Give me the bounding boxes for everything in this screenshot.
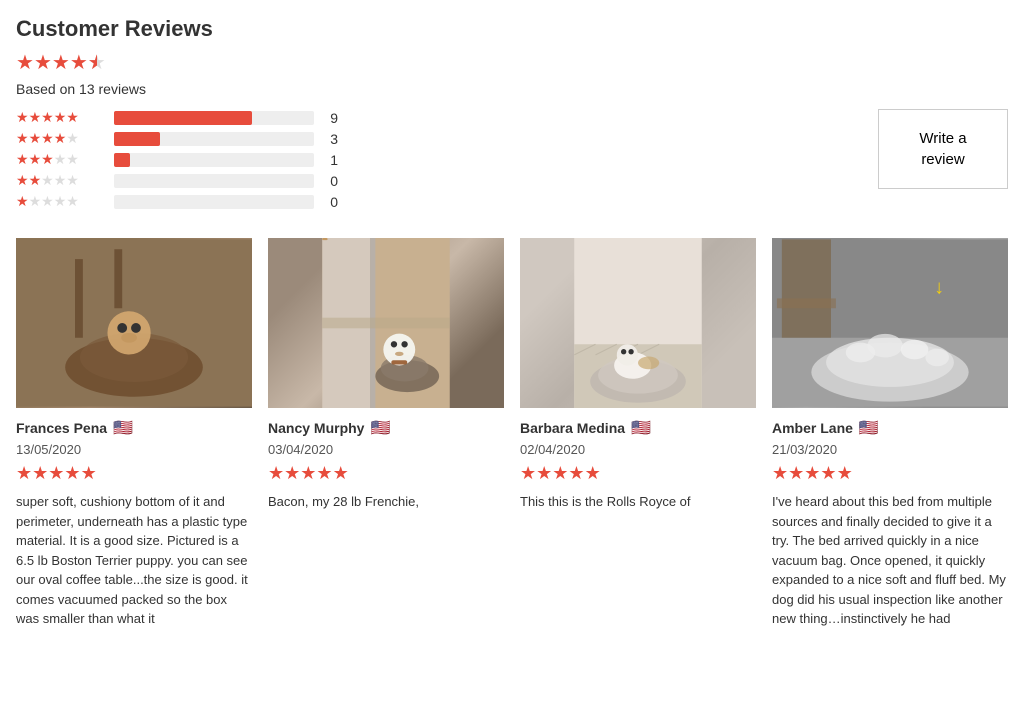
row-stars-3: ★ ★ ★ ★ ★ (16, 151, 106, 168)
reviewer-name-0: Frances Pena 🇺🇸 (16, 418, 252, 438)
write-review-button[interactable]: Write a review (878, 109, 1008, 189)
review-image-3: ↓ (772, 238, 1008, 408)
review-card-0: Frances Pena 🇺🇸 13/05/2020 ★ ★ ★ ★ ★ sup… (16, 238, 252, 629)
reviews-grid: Frances Pena 🇺🇸 13/05/2020 ★ ★ ★ ★ ★ sup… (16, 238, 1008, 629)
star-4: ★ (70, 50, 88, 75)
review-date-1: 03/04/2020 (268, 442, 504, 457)
reviewer-flag-1: 🇺🇸 (370, 418, 390, 438)
rating-summary: ★ ★ ★ ★ ★ 9 ★ ★ ★ ★ ★ 3 (16, 109, 1008, 214)
rating-row-2: ★ ★ ★ ★ ★ 0 (16, 172, 396, 189)
svg-text:↓: ↓ (934, 277, 944, 299)
row-stars-2: ★ ★ ★ ★ ★ (16, 172, 106, 189)
review-text-1: Bacon, my 28 lb Frenchie, (268, 492, 504, 512)
reviewer-name-3: Amber Lane 🇺🇸 (772, 418, 1008, 438)
review-image-0 (16, 238, 252, 408)
reviewer-flag-3: 🇺🇸 (859, 418, 879, 438)
row-stars-5: ★ ★ ★ ★ ★ (16, 109, 106, 126)
bar-count-3: 1 (322, 152, 338, 168)
star-2: ★ (34, 50, 52, 75)
bar-container-3 (114, 153, 314, 167)
review-image-1 (268, 238, 504, 408)
bar-count-1: 0 (322, 194, 338, 210)
review-card-3: ↓ Amber Lane 🇺🇸 21/03/2020 ★ ★ ★ ★ ★ I'v… (772, 238, 1008, 629)
bar-count-2: 0 (322, 173, 338, 189)
rating-row-4: ★ ★ ★ ★ ★ 3 (16, 130, 396, 147)
review-stars-2: ★ ★ ★ ★ ★ (520, 463, 756, 484)
review-stars-1: ★ ★ ★ ★ ★ (268, 463, 504, 484)
rating-bars: ★ ★ ★ ★ ★ 9 ★ ★ ★ ★ ★ 3 (16, 109, 396, 214)
reviewer-flag-0: 🇺🇸 (113, 418, 133, 438)
review-card-2: Barbara Medina 🇺🇸 02/04/2020 ★ ★ ★ ★ ★ T… (520, 238, 756, 629)
bar-fill-4 (114, 132, 160, 146)
reviewer-flag-2: 🇺🇸 (631, 418, 651, 438)
bar-fill-3 (114, 153, 130, 167)
overall-rating: ★ ★ ★ ★ ★ (16, 50, 1008, 75)
bar-container-1 (114, 195, 314, 209)
review-date-3: 21/03/2020 (772, 442, 1008, 457)
row-stars-1: ★ ★ ★ ★ ★ (16, 193, 106, 210)
bar-count-4: 3 (322, 131, 338, 147)
review-card-1: Nancy Murphy 🇺🇸 03/04/2020 ★ ★ ★ ★ ★ Bac… (268, 238, 504, 629)
review-date-0: 13/05/2020 (16, 442, 252, 457)
review-date-2: 02/04/2020 (520, 442, 756, 457)
review-text-0: super soft, cushiony bottom of it and pe… (16, 492, 252, 629)
review-text-3: I've heard about this bed from multiple … (772, 492, 1008, 629)
reviewer-name-2: Barbara Medina 🇺🇸 (520, 418, 756, 438)
row-stars-4: ★ ★ ★ ★ ★ (16, 130, 106, 147)
rating-row-5: ★ ★ ★ ★ ★ 9 (16, 109, 396, 126)
star-1: ★ (16, 50, 34, 75)
star-5-half: ★ (88, 50, 106, 75)
rating-row-3: ★ ★ ★ ★ ★ 1 (16, 151, 396, 168)
star-3: ★ (52, 50, 70, 75)
review-count: Based on 13 reviews (16, 81, 1008, 97)
bar-container-5 (114, 111, 314, 125)
overall-stars: ★ ★ ★ ★ ★ (16, 50, 106, 75)
review-text-2: This this is the Rolls Royce of (520, 492, 756, 512)
bar-count-5: 9 (322, 110, 338, 126)
review-stars-0: ★ ★ ★ ★ ★ (16, 463, 252, 484)
bar-container-4 (114, 132, 314, 146)
reviewer-name-1: Nancy Murphy 🇺🇸 (268, 418, 504, 438)
rating-row-1: ★ ★ ★ ★ ★ 0 (16, 193, 396, 210)
review-image-2 (520, 238, 756, 408)
bar-container-2 (114, 174, 314, 188)
page-title: Customer Reviews (16, 16, 1008, 42)
bar-fill-5 (114, 111, 252, 125)
review-stars-3: ★ ★ ★ ★ ★ (772, 463, 1008, 484)
